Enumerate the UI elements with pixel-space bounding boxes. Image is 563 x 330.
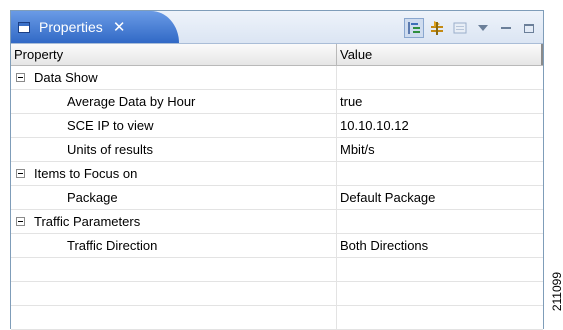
close-icon[interactable]: ✕ [113,20,126,35]
minimize-icon [501,27,511,29]
group-row-data-show[interactable]: Data Show [11,66,543,90]
group-label: Items to Focus on [34,166,138,181]
view-menu-button[interactable] [473,18,493,38]
restore-defaults-button[interactable] [450,18,470,38]
group-row-items-to-focus-on[interactable]: Items to Focus on [11,162,543,186]
collapse-toggle-icon[interactable] [16,217,25,226]
properties-view: Properties ✕ Property Value Data Show Av… [10,10,544,330]
property-value[interactable]: Both Directions [337,234,543,257]
tab-properties[interactable]: Properties ✕ [11,11,179,43]
table-row[interactable]: Package Default Package [11,186,543,210]
property-value[interactable]: Default Package [337,186,543,209]
properties-table: Property Value Data Show Average Data by… [11,44,543,330]
collapse-toggle-icon[interactable] [16,169,25,178]
figure-id: 211099 [550,272,563,312]
property-value[interactable]: 10.10.10.12 [337,114,543,137]
column-header-value[interactable]: Value [337,44,543,65]
empty-row [11,306,543,330]
group-row-traffic-parameters[interactable]: Traffic Parameters [11,210,543,234]
categories-icon [408,22,420,34]
maximize-button[interactable] [519,18,539,38]
empty-row [11,282,543,306]
properties-icon [18,21,30,33]
view-titlebar: Properties ✕ [11,11,543,44]
filter-advanced-button[interactable] [427,18,447,38]
filter-advanced-icon [431,21,443,35]
minimize-button[interactable] [496,18,516,38]
collapse-toggle-icon[interactable] [16,73,25,82]
table-row[interactable]: Units of results Mbit/s [11,138,543,162]
tab-label: Properties [39,19,103,35]
group-label: Traffic Parameters [34,214,141,229]
property-name: SCE IP to view [11,114,337,137]
property-name: Units of results [11,138,337,161]
group-label: Data Show [34,70,98,85]
property-name: Traffic Direction [11,234,337,257]
table-row[interactable]: Traffic Direction Both Directions [11,234,543,258]
property-value[interactable]: true [337,90,543,113]
property-name: Package [11,186,337,209]
maximize-icon [524,23,534,33]
empty-row [11,258,543,282]
table-row[interactable]: Average Data by Hour true [11,90,543,114]
restore-defaults-icon [453,22,467,34]
categories-button[interactable] [404,18,424,38]
property-name: Average Data by Hour [11,90,337,113]
property-value[interactable]: Mbit/s [337,138,543,161]
table-row[interactable]: SCE IP to view 10.10.10.12 [11,114,543,138]
column-header-property[interactable]: Property [11,44,337,65]
view-toolbar [401,17,539,39]
view-menu-icon [478,25,488,31]
table-header: Property Value [11,44,543,66]
